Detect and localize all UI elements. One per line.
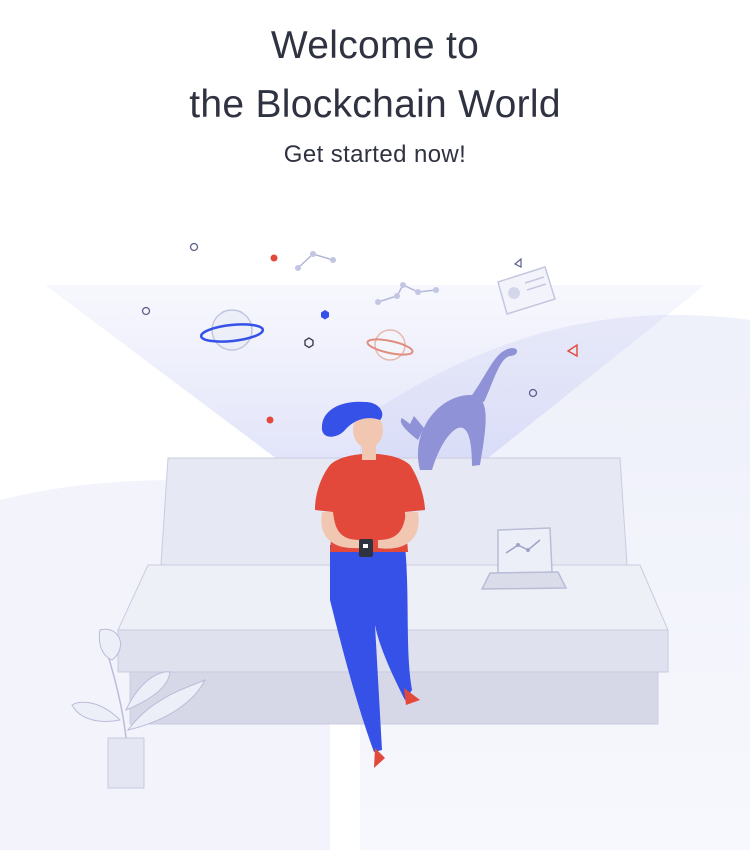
welcome-title-line1: Welcome to bbox=[270, 24, 480, 67]
welcome-screen: Welcome to the Blockchain World Get star… bbox=[0, 0, 750, 850]
node-graph-icon bbox=[295, 251, 336, 271]
welcome-subtitle: Get started now! bbox=[283, 141, 467, 168]
welcome-title-line2: the Blockchain World bbox=[189, 83, 561, 126]
decor-dot bbox=[270, 254, 278, 262]
decor-triangle bbox=[513, 257, 522, 268]
decor-circle bbox=[189, 242, 199, 252]
welcome-title: Welcome to the Blockchain World bbox=[0, 16, 750, 134]
decor-dot bbox=[266, 416, 274, 424]
